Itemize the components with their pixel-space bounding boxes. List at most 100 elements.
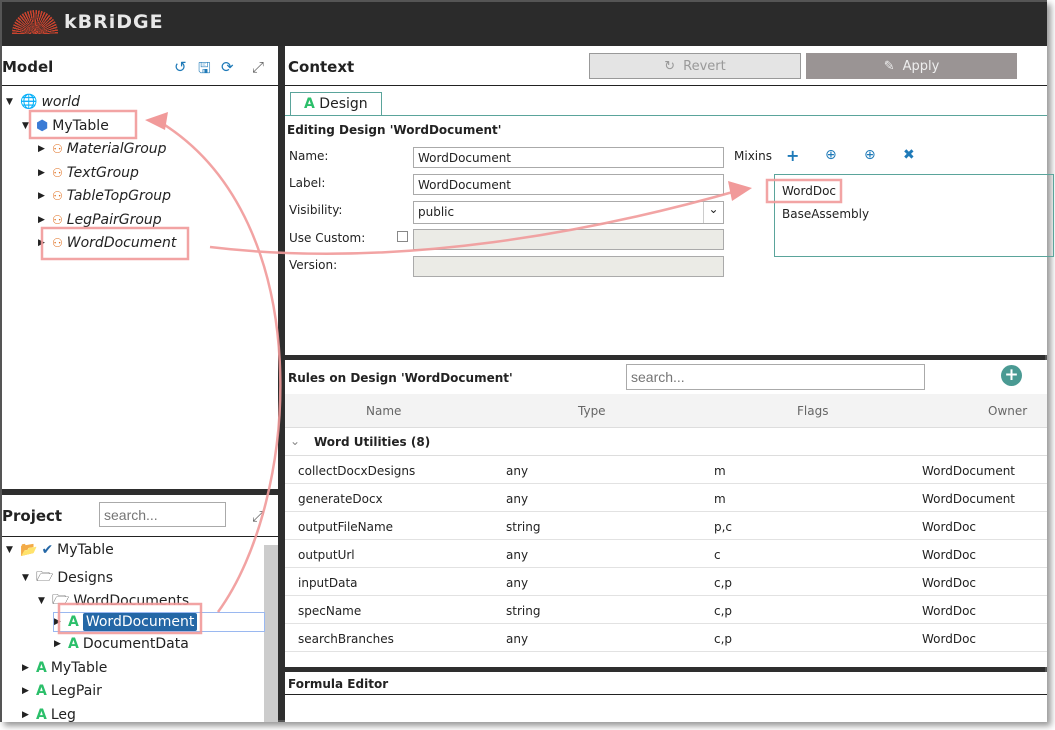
model-header: Model [2, 46, 278, 86]
project-tree-item[interactable]: ▶ A Leg [22, 707, 76, 723]
design-icon: A [304, 96, 315, 112]
cell: any [506, 548, 529, 562]
model-tree-item[interactable]: ▶ ⚇ TextGroup [38, 165, 139, 181]
cell: c,p [714, 604, 733, 618]
project-tree-item[interactable]: ▶ A WordDocument [53, 611, 265, 632]
expand-toggle[interactable]: ▶ [38, 191, 48, 201]
project-tree-item[interactable]: ▼ 🗁 Designs [22, 566, 113, 590]
cell: outputUrl [298, 548, 355, 562]
table-row[interactable]: searchBranches any c,p WordDoc [285, 624, 1047, 652]
cell: string [506, 604, 541, 618]
cell: c,p [714, 576, 733, 590]
expand-toggle[interactable]: ▶ [22, 710, 32, 720]
expand-toggle[interactable]: ▼ [6, 545, 16, 555]
chevron-down-icon: ⌄ [703, 202, 723, 223]
expand-toggle[interactable]: ▼ [6, 97, 16, 107]
context-panel: Context ↻ Revert ✎ Apply A Design Editing … [285, 46, 1054, 355]
table-row[interactable]: inputData any c,p WordDoc [285, 568, 1047, 596]
revert-button[interactable]: ↻ Revert [589, 53, 801, 79]
use-custom-checkbox[interactable] [397, 231, 408, 242]
scrollbar[interactable] [264, 545, 278, 722]
project-search-input[interactable] [99, 502, 226, 527]
expand-toggle[interactable]: ▼ [22, 573, 32, 583]
expand-toggle[interactable]: ▶ [38, 144, 48, 154]
col-name[interactable]: Name [366, 404, 401, 418]
col-flags[interactable]: Flags [797, 404, 828, 418]
expand-toggle[interactable]: ▶ [22, 663, 32, 673]
apply-button[interactable]: ✎ Apply [806, 53, 1017, 79]
expand-toggle[interactable]: ▶ [54, 639, 64, 649]
hierarchy-icon: ⚇ [52, 212, 63, 227]
col-owner[interactable]: Owner [988, 404, 1027, 418]
check-circle-icon: ✔ [41, 542, 54, 558]
model-tree-item[interactable]: ▶ ⚇ WordDocument [38, 235, 176, 251]
table-row[interactable]: outputFileName string p,c WordDoc [285, 512, 1047, 540]
project-tree-item[interactable]: ▶ A LegPair [22, 683, 102, 699]
cell: WordDoc [922, 632, 977, 646]
project-tree-item[interactable]: ▶ A DocumentData [54, 636, 189, 652]
expand-toggle[interactable]: ▶ [22, 686, 32, 696]
cell: p,c [714, 520, 733, 534]
expand-toggle[interactable]: ▶ [38, 168, 48, 178]
project-tree-item[interactable]: ▶ A MyTable [22, 660, 107, 676]
expand-icon[interactable]: ⤢ [252, 507, 264, 525]
cell: WordDocument [922, 492, 1016, 506]
rule-group[interactable]: ⌄ Word Utilities (8) [285, 428, 1047, 456]
cell: m [714, 492, 726, 506]
model-tree-item[interactable]: ▶ ⚇ MaterialGroup [38, 141, 167, 157]
table-row[interactable]: specName string c,p WordDoc [285, 596, 1047, 624]
label-input[interactable]: WordDocument [413, 174, 724, 195]
formula-editor-panel: Formula Editor [285, 672, 1047, 722]
history-icon[interactable]: ↺ [174, 58, 187, 76]
expand-toggle[interactable]: ▼ [38, 596, 48, 606]
model-tree-item[interactable]: ▶ ⚇ TableTopGroup [38, 188, 171, 204]
table-row[interactable]: collectDocxDesigns any m WordDocument [285, 456, 1047, 484]
model-tree-item[interactable]: ▶ ⚇ LegPairGroup [38, 212, 162, 228]
model-tree-item[interactable]: ▼ 🌐 world [6, 94, 80, 110]
globe-icon: 🌐 [20, 94, 38, 110]
label-label: Label: [289, 176, 326, 190]
rules-panel: Rules on Design 'WordDocument' + Name Ty… [285, 360, 1047, 667]
table-row[interactable]: outputUrl any c WordDoc [285, 540, 1047, 568]
app-window: kBRiDGE Model ↺ 🖫 ⟳ ⤢ ▼ 🌐 world ▼ ⬢ MyTable ▶ ⚇… [0, 0, 1054, 723]
col-type[interactable]: Type [578, 404, 606, 418]
expand-toggle[interactable]: ▶ [38, 238, 48, 248]
move-up-icon[interactable]: ⊕ [864, 147, 876, 163]
visibility-select[interactable]: public ⌄ [413, 201, 724, 224]
model-tree-item[interactable]: ▼ ⬢ MyTable [22, 118, 109, 134]
hierarchy-icon: ⚇ [52, 142, 63, 156]
table-row[interactable]: generateDocx any m WordDocument [285, 484, 1047, 512]
hierarchy-icon: ⚇ [52, 165, 63, 180]
expand-toggle[interactable]: ▼ [22, 121, 32, 131]
expand-toggle[interactable]: ▶ [38, 215, 48, 225]
project-tree-item[interactable]: ▼ 🗁 WordDocuments [38, 589, 189, 613]
design-icon: A [68, 613, 79, 630]
name-input[interactable]: WordDocument [413, 147, 724, 168]
cell: any [506, 632, 529, 646]
remove-mixin-icon[interactable]: ✖ [903, 147, 915, 163]
expand-toggle[interactable]: ▶ [54, 617, 64, 627]
mixins-label: Mixins [734, 149, 772, 163]
add-rule-icon[interactable]: + [1001, 365, 1022, 386]
version-input [413, 256, 724, 277]
move-down-icon[interactable]: ⊕ [825, 147, 837, 163]
cell: WordDoc [922, 548, 977, 562]
mixin-item[interactable]: WordDoc [782, 184, 836, 198]
cell: inputData [298, 576, 358, 590]
tab-design[interactable]: A Design [290, 92, 382, 116]
mixin-item[interactable]: BaseAssembly [782, 207, 869, 221]
pencil-icon: ✎ [883, 58, 895, 74]
hierarchy-icon: ⚇ [52, 189, 63, 203]
rules-search-input[interactable] [626, 364, 925, 390]
hierarchy-icon: ⚇ [52, 236, 63, 250]
folder-open-icon: 📂 [20, 542, 38, 558]
expand-icon[interactable]: ⤢ [252, 58, 264, 76]
cell: WordDoc [922, 576, 977, 590]
project-tree-item[interactable]: ▼ 📂 ✔ MyTable [6, 542, 114, 558]
model-title: Model [2, 58, 54, 76]
add-mixin-icon[interactable]: + [786, 146, 799, 165]
cell: any [506, 492, 529, 506]
refresh-icon[interactable]: ⟳ [221, 58, 234, 76]
project-title: Project [2, 507, 63, 525]
save-icon[interactable]: 🖫 [198, 58, 211, 83]
